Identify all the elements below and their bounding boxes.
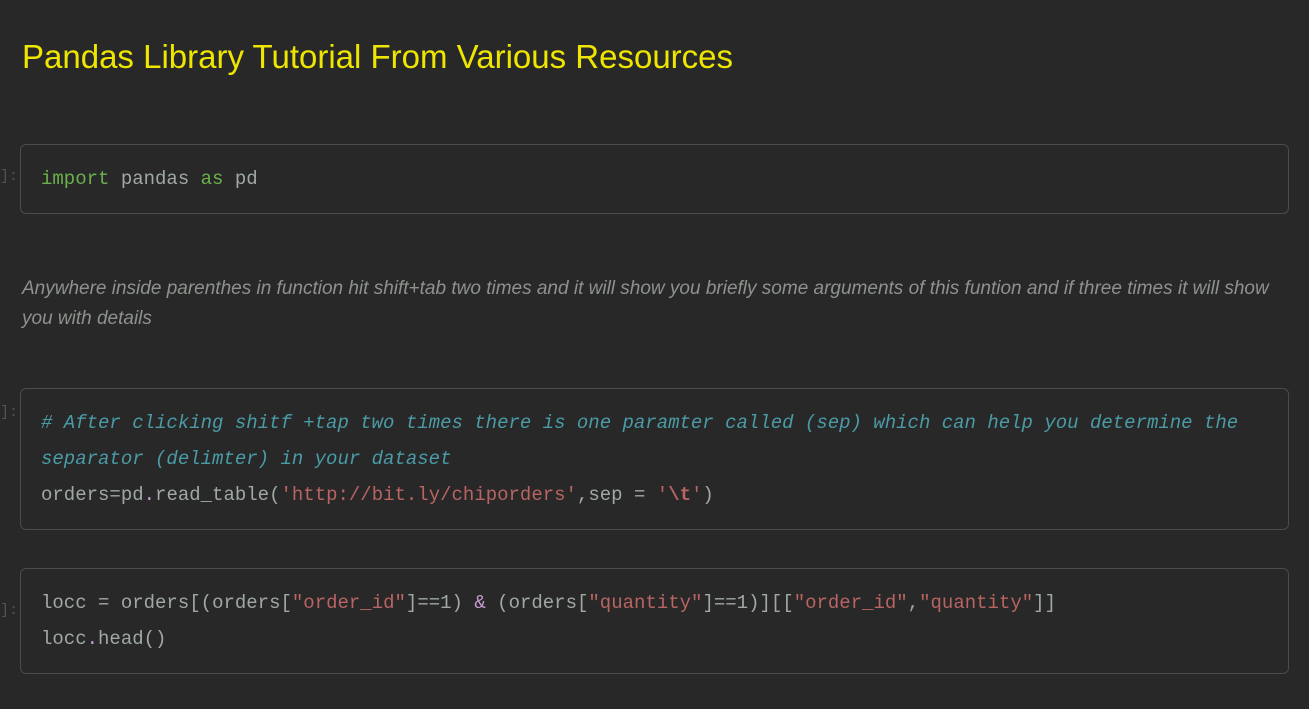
escape-seq: \t (668, 484, 691, 506)
string-literal: "order_id" (794, 592, 908, 614)
identifier: pd (121, 484, 144, 506)
dot-operator: . (144, 484, 155, 506)
comment: # After clicking shitf +tap two times th… (41, 412, 1250, 470)
string-quote: ' (691, 484, 702, 506)
keyword-import: import (41, 168, 109, 190)
bracket-close: ] (759, 592, 770, 614)
bracket-open: [ (771, 592, 782, 614)
identifier: pd (235, 168, 258, 190)
identifier: locc (41, 592, 87, 614)
bracket-open: [ (782, 592, 793, 614)
comma: , (577, 484, 588, 506)
string-literal: "quantity" (588, 592, 702, 614)
paren-close: ) (748, 592, 759, 614)
page-title: Pandas Library Tutorial From Various Res… (20, 0, 1289, 106)
number: 1 (440, 592, 451, 614)
string-literal: "order_id" (292, 592, 406, 614)
paren-pair: () (144, 628, 167, 650)
identifier: pandas (121, 168, 189, 190)
markdown-cell-row: Anywhere inside parenthes in function hi… (20, 274, 1289, 333)
operator: == (714, 592, 737, 614)
bracket-close: ] (1045, 592, 1056, 614)
bracket-close: ] (1033, 592, 1044, 614)
code-cell-3-row: locc = orders[(orders["order_id"]==1) & … (20, 568, 1289, 674)
identifier: orders (121, 592, 189, 614)
operator: == (417, 592, 440, 614)
paren-close: ) (702, 484, 713, 506)
code-cell-2-row: # After clicking shitf +tap two times th… (20, 388, 1289, 530)
bracket-close: ] (702, 592, 713, 614)
prompt-edge-1: ]: (0, 168, 18, 185)
prompt-edge-2: ]: (0, 404, 18, 421)
operator: = (109, 484, 120, 506)
function-name: head (98, 628, 144, 650)
notebook-container: Pandas Library Tutorial From Various Res… (0, 0, 1309, 674)
keyword-as: as (201, 168, 224, 190)
paren-open: ( (269, 484, 280, 506)
bracket-open: [ (280, 592, 291, 614)
identifier: orders (41, 484, 109, 506)
code-cell-2[interactable]: # After clicking shitf +tap two times th… (20, 388, 1289, 530)
string-quote: ' (657, 484, 668, 506)
markdown-cell[interactable]: Anywhere inside parenthes in function hi… (20, 274, 1289, 333)
paren-close: ) (452, 592, 463, 614)
prompt-edge-3: ]: (0, 602, 18, 619)
bracket-open: [ (189, 592, 200, 614)
identifier: sep (588, 484, 622, 506)
bracket-open: [ (577, 592, 588, 614)
paren-open: ( (497, 592, 508, 614)
identifier: locc (41, 628, 87, 650)
code-cell-1[interactable]: import pandas as pd (20, 144, 1289, 214)
comma: , (908, 592, 919, 614)
code-cell-3[interactable]: locc = orders[(orders["order_id"]==1) & … (20, 568, 1289, 674)
operator: = (87, 592, 121, 614)
identifier: orders (212, 592, 280, 614)
function-name: read_table (155, 484, 269, 506)
number: 1 (737, 592, 748, 614)
dot-operator: . (87, 628, 98, 650)
code-cell-1-row: import pandas as pd (20, 144, 1289, 214)
identifier: orders (509, 592, 577, 614)
paren-open: ( (201, 592, 212, 614)
bracket-close: ] (406, 592, 417, 614)
string-literal: 'http://bit.ly/chiporders' (280, 484, 576, 506)
operator: = (623, 484, 657, 506)
string-literal: "quantity" (919, 592, 1033, 614)
ampersand: & (463, 592, 497, 614)
